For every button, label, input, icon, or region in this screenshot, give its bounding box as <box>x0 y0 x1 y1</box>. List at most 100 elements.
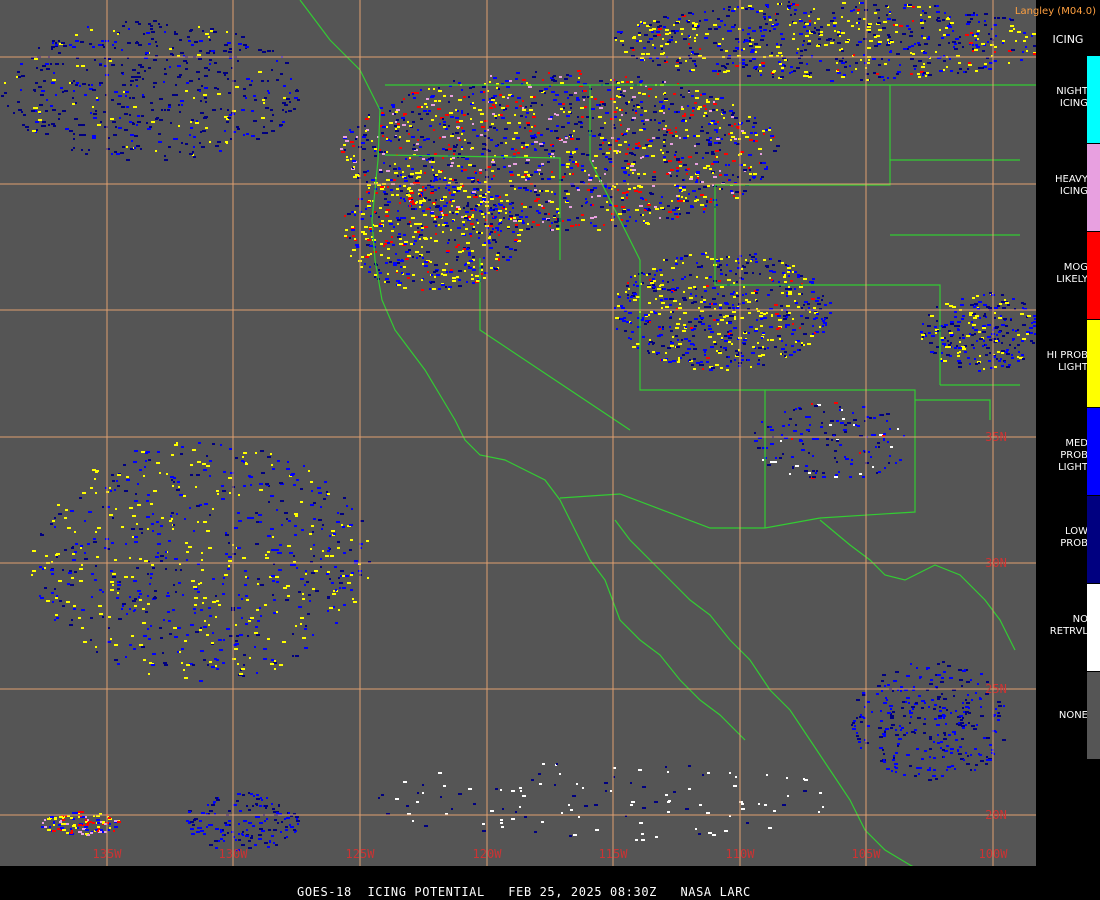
icing-pixel <box>616 95 618 97</box>
icing-pixel <box>292 633 294 635</box>
icing-pixel <box>539 143 543 145</box>
icing-pixel <box>695 181 698 183</box>
icing-pixel <box>769 19 772 21</box>
icing-pixel <box>786 324 790 326</box>
icing-pixel <box>857 12 859 14</box>
icing-pixel <box>52 109 56 111</box>
icing-pixel <box>509 256 512 258</box>
icing-pixel <box>165 551 167 553</box>
icing-pixel <box>421 227 424 229</box>
icing-pixel <box>379 171 383 173</box>
icing-pixel <box>386 179 390 181</box>
icing-pixel <box>592 117 594 119</box>
icing-pixel <box>645 320 648 322</box>
icing-pixel <box>737 6 739 8</box>
icing-pixel <box>209 63 211 65</box>
icing-pixel <box>867 62 870 64</box>
icing-pixel <box>657 34 661 36</box>
icing-pixel <box>366 139 369 141</box>
icing-pixel <box>400 190 403 192</box>
icing-pixel <box>84 558 88 560</box>
icing-pixel <box>444 214 448 216</box>
icing-pixel <box>99 589 102 591</box>
icing-pixel <box>472 256 475 258</box>
icing-pixel <box>482 244 486 246</box>
icing-pixel <box>461 110 463 112</box>
icing-pixel <box>531 143 534 145</box>
icing-pixel <box>209 141 211 143</box>
icing-pixel <box>149 662 152 664</box>
icing-pixel <box>686 173 688 175</box>
icing-pixel <box>617 88 621 90</box>
icing-pixel <box>668 211 672 213</box>
icing-pixel <box>308 470 310 472</box>
icing-pixel <box>916 667 918 669</box>
icing-pixel <box>364 226 368 228</box>
icing-pixel <box>135 79 138 81</box>
icing-pixel <box>788 312 791 314</box>
icing-pixel <box>645 222 649 224</box>
icing-pixel <box>859 716 861 718</box>
icing-pixel <box>1025 46 1027 48</box>
icing-pixel <box>224 44 228 46</box>
icing-pixel <box>744 331 746 333</box>
icing-pixel <box>731 10 735 12</box>
icing-pixel <box>383 245 385 247</box>
icing-pixel <box>691 69 695 71</box>
icing-pixel <box>134 450 138 452</box>
icing-pixel <box>192 151 194 153</box>
icing-pixel <box>368 116 370 118</box>
icing-pixel <box>40 533 42 535</box>
icing-pixel <box>976 340 978 342</box>
icing-pixel <box>649 38 653 40</box>
icing-pixel <box>466 248 469 250</box>
icing-pixel <box>270 495 274 497</box>
icing-pixel <box>718 70 721 72</box>
icing-pixel <box>480 91 483 93</box>
icing-pixel <box>604 173 606 175</box>
icing-pixel <box>110 118 114 120</box>
icing-pixel <box>705 277 708 279</box>
icing-pixel <box>941 339 944 341</box>
icing-pixel <box>766 166 768 168</box>
icing-pixel <box>264 97 267 99</box>
icing-pixel <box>412 256 414 258</box>
icing-pixel <box>1030 340 1033 342</box>
icing-pixel <box>897 743 900 745</box>
icing-pixel <box>524 155 528 157</box>
icing-pixel <box>621 167 625 169</box>
icing-pixel <box>384 204 386 206</box>
icing-pixel <box>770 135 774 137</box>
icing-pixel <box>265 557 269 559</box>
icing-pixel <box>663 159 666 161</box>
icing-pixel <box>735 38 739 40</box>
icing-pixel <box>728 322 732 324</box>
icing-pixel <box>728 124 731 126</box>
icing-pixel <box>737 176 739 178</box>
icing-pixel <box>139 593 142 595</box>
icing-pixel <box>192 664 195 666</box>
icing-pixel <box>400 174 402 176</box>
icing-pixel <box>525 189 529 191</box>
icing-pixel <box>923 37 926 39</box>
icing-pixel <box>219 649 223 651</box>
icing-pixel <box>941 775 944 777</box>
icing-pixel <box>490 267 493 269</box>
icing-pixel <box>552 76 554 78</box>
icing-pixel <box>734 123 736 125</box>
icing-pixel <box>795 341 797 343</box>
icing-pixel <box>942 707 946 709</box>
icing-pixel <box>571 185 575 187</box>
icing-pixel <box>386 209 390 211</box>
icing-pixel <box>623 180 625 182</box>
icing-pixel <box>54 619 56 621</box>
icing-pixel <box>909 35 913 37</box>
icing-pixel <box>214 87 217 89</box>
icing-pixel <box>531 126 533 128</box>
icing-pixel <box>927 769 931 771</box>
icing-pixel <box>676 195 678 197</box>
icing-pixel <box>665 352 667 354</box>
icing-pixel <box>470 235 472 237</box>
icing-pixel <box>83 641 87 643</box>
icing-pixel <box>199 90 201 92</box>
